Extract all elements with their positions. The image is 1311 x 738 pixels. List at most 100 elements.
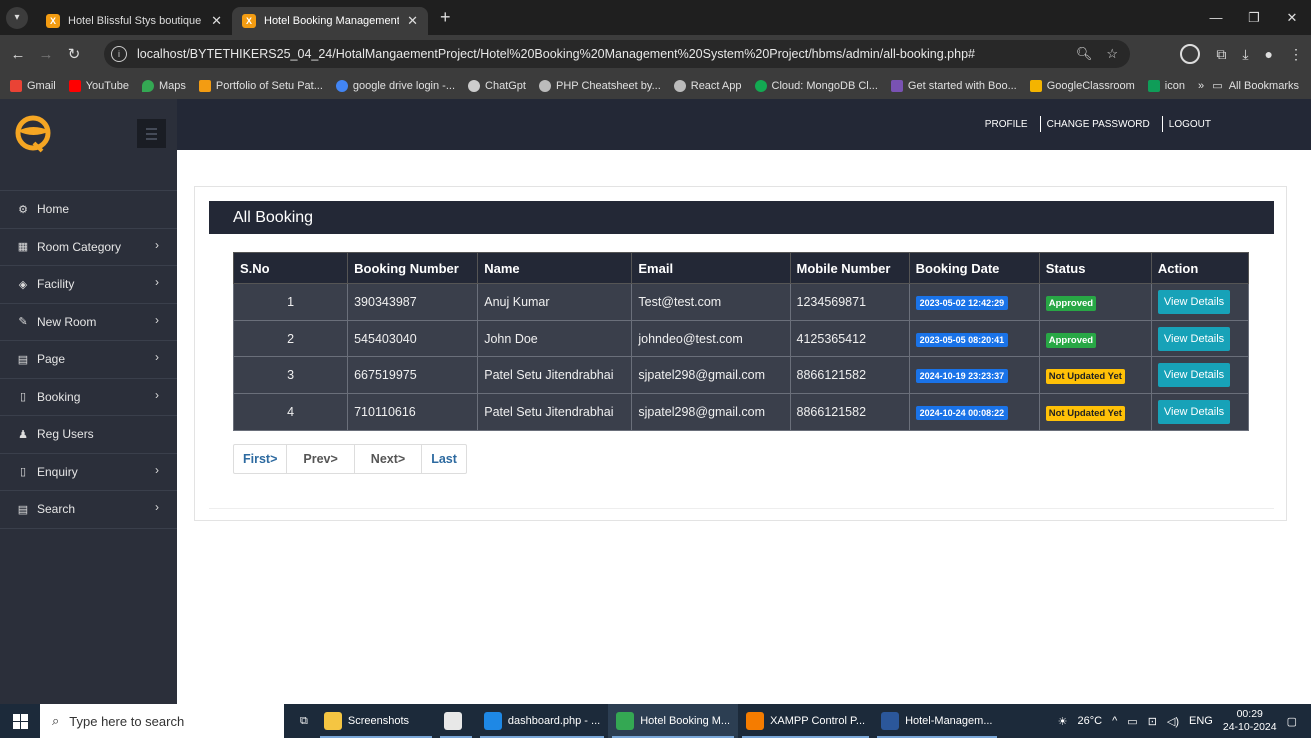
sidebar-item-room-category[interactable]: ▦ Room Category ›: [0, 229, 177, 266]
taskbar-app[interactable]: Screenshots: [316, 704, 436, 738]
table-row: 1 390343987 Anuj Kumar Test@test.com 1234569…: [232, 283, 1250, 321]
reload-icon[interactable]: ↻: [60, 45, 88, 63]
back-icon[interactable]: ←: [4, 46, 32, 63]
status-badge: Approved: [1045, 332, 1097, 348]
taskbar-app[interactable]: XAMPP Control P...: [738, 704, 873, 738]
cell-booking-number: 390343987: [347, 283, 479, 321]
top-navbar: PROFILE CHANGE PASSWORD LOGOUT: [177, 99, 1311, 150]
bookmark-gmail[interactable]: Gmail: [10, 80, 56, 92]
forward-icon[interactable]: →: [32, 46, 60, 63]
new-tab-icon[interactable]: +: [440, 7, 451, 28]
volume-icon[interactable]: ◁): [1167, 715, 1179, 728]
view-details-button[interactable]: View Details: [1157, 363, 1231, 388]
pagination: First> Prev> Next> Last: [233, 444, 467, 474]
zoom-search-icon[interactable]: 🔍︎: [1076, 46, 1093, 62]
chevron-right-icon: ›: [155, 387, 159, 402]
battery-icon[interactable]: ▭: [1127, 715, 1137, 728]
url-bar[interactable]: i localhost/BYTETHIKERS25_04_24/HotalMan…: [104, 40, 1130, 68]
tray-chevron-icon[interactable]: ^: [1112, 715, 1117, 727]
browser-tab[interactable]: X Hotel Blissful Stys boutique | H ✕: [36, 7, 232, 35]
sidebar-item-label: Room Category: [37, 239, 122, 254]
bookmark-label: GoogleClassroom: [1046, 80, 1135, 92]
pencil-icon: ✎: [18, 316, 28, 329]
folder-icon: ▭: [1212, 80, 1223, 92]
view-details-button[interactable]: View Details: [1157, 289, 1231, 314]
booking-date-badge: 2023-05-05 08:20:41: [915, 332, 1009, 347]
notifications-icon[interactable]: ▢: [1287, 715, 1297, 728]
browser-menu-icon[interactable]: ⋮: [1289, 46, 1303, 63]
extensions-puzzle-icon[interactable]: ⧉: [1216, 46, 1226, 63]
profile-link[interactable]: PROFILE: [985, 119, 1028, 130]
sidebar-item-home[interactable]: ⚙ Home: [0, 191, 177, 229]
bookmark-react-app[interactable]: React App: [673, 80, 742, 92]
all-bookmarks-label: All Bookmarks: [1228, 79, 1299, 92]
cell-status: Not Updated Yet: [1038, 393, 1152, 431]
cell-action: View Details: [1150, 356, 1250, 395]
task-view-icon[interactable]: ⧉: [292, 704, 316, 738]
xampp-icon: [198, 80, 211, 92]
extension-icon[interactable]: [1180, 44, 1201, 64]
bookmark-portfolio[interactable]: Portfolio of Setu Pat...: [198, 80, 323, 92]
taskbar-app[interactable]: [436, 704, 476, 738]
temperature[interactable]: 26°C: [1078, 715, 1103, 727]
status-badge: Approved: [1045, 295, 1097, 311]
first-page-link[interactable]: First>: [234, 445, 288, 473]
tab-close-icon[interactable]: ✕: [211, 13, 222, 29]
prev-page-link[interactable]: Prev>: [287, 445, 355, 473]
close-window-icon[interactable]: ✕: [1273, 0, 1311, 35]
change-password-link[interactable]: CHANGE PASSWORD: [1047, 119, 1150, 130]
sidebar-item-new-room[interactable]: ✎ New Room ›: [0, 304, 177, 341]
minimize-icon[interactable]: —: [1197, 0, 1235, 35]
windows-start-icon[interactable]: [0, 713, 40, 729]
network-icon[interactable]: ⊡: [1148, 715, 1157, 728]
profile-avatar-icon[interactable]: ●: [1265, 46, 1273, 62]
weather-icon[interactable]: ☀: [1058, 715, 1068, 728]
sidebar-item-enquiry[interactable]: ▯ Enquiry ›: [0, 454, 177, 491]
taskbar-app[interactable]: dashboard.php - ...: [476, 704, 608, 738]
sidebar-menu: ⚙ Home ▦ Room Category › ◈ Facility › ✎ New Room ›…: [0, 191, 177, 529]
taskbar-app[interactable]: Hotel-Managem...: [873, 704, 1000, 738]
bookmarks-overflow[interactable]: »: [1198, 80, 1204, 92]
sidebar-item-search[interactable]: ▤ Search ›: [0, 491, 177, 529]
view-details-button[interactable]: View Details: [1157, 326, 1231, 351]
cell-email: sjpatel298@gmail.com: [631, 393, 791, 431]
view-details-button[interactable]: View Details: [1157, 399, 1231, 424]
taskbar-search-input[interactable]: ⌕ Type here to search: [40, 704, 284, 738]
table-header-row: S.No Booking Number Name Email Mobile Number…: [232, 252, 1250, 284]
sidebar-toggle-button[interactable]: [137, 119, 166, 148]
clock[interactable]: 00:29 24-10-2024: [1223, 708, 1277, 734]
bookmark-classroom[interactable]: GoogleClassroom: [1029, 80, 1135, 92]
tab-close-icon[interactable]: ✕: [407, 13, 418, 29]
sidebar-item-facility[interactable]: ◈ Facility ›: [0, 266, 177, 304]
bookmark-mongodb[interactable]: Cloud: MongoDB Cl...: [754, 80, 878, 92]
taskbar-app[interactable]: Hotel Booking M...: [608, 704, 739, 738]
language-indicator[interactable]: ENG: [1189, 715, 1213, 727]
bookmark-maps[interactable]: Maps: [141, 80, 186, 92]
tab-search-button[interactable]: ▾: [6, 6, 28, 29]
bookmark-icon[interactable]: icon: [1147, 80, 1185, 92]
bookmark-chatgpt[interactable]: ChatGpt: [468, 80, 526, 92]
cell-status: Approved: [1038, 283, 1152, 321]
sidebar-item-booking[interactable]: ▯ Booking ›: [0, 379, 177, 416]
chevron-right-icon: ›: [155, 275, 159, 289]
next-page-link[interactable]: Next>: [355, 445, 423, 473]
bookmark-google-drive[interactable]: google drive login -...: [335, 80, 455, 92]
windows-taskbar: ⌕ Type here to search ⧉ Screenshots dashb…: [0, 704, 1311, 738]
sidebar-item-page[interactable]: ▤ Page ›: [0, 341, 177, 379]
logout-link[interactable]: LOGOUT: [1169, 119, 1211, 130]
bookmark-star-icon[interactable]: ☆: [1106, 46, 1118, 62]
hotel-logo-icon[interactable]: [12, 113, 54, 153]
window-controls: — ❐ ✕: [1197, 0, 1311, 35]
sidebar-item-reg-users[interactable]: ♟ Reg Users: [0, 416, 177, 454]
last-page-link[interactable]: Last: [422, 445, 466, 473]
download-icon[interactable]: ⤓: [1242, 46, 1248, 63]
site-info-icon[interactable]: i: [111, 46, 127, 62]
browser-tab-active[interactable]: X Hotel Booking Management Sy ✕: [232, 7, 428, 35]
all-bookmarks[interactable]: ▭ All Bookmarks: [1212, 79, 1299, 93]
restore-icon[interactable]: ❐: [1235, 0, 1273, 35]
bookmark-youtube[interactable]: YouTube: [68, 80, 129, 92]
maps-icon: [141, 80, 154, 92]
bookmark-php-cheatsheet[interactable]: PHP Cheatsheet by...: [538, 80, 661, 92]
cell-email: Test@test.com: [631, 283, 791, 321]
bookmark-bootstrap[interactable]: Get started with Boo...: [890, 80, 1017, 92]
